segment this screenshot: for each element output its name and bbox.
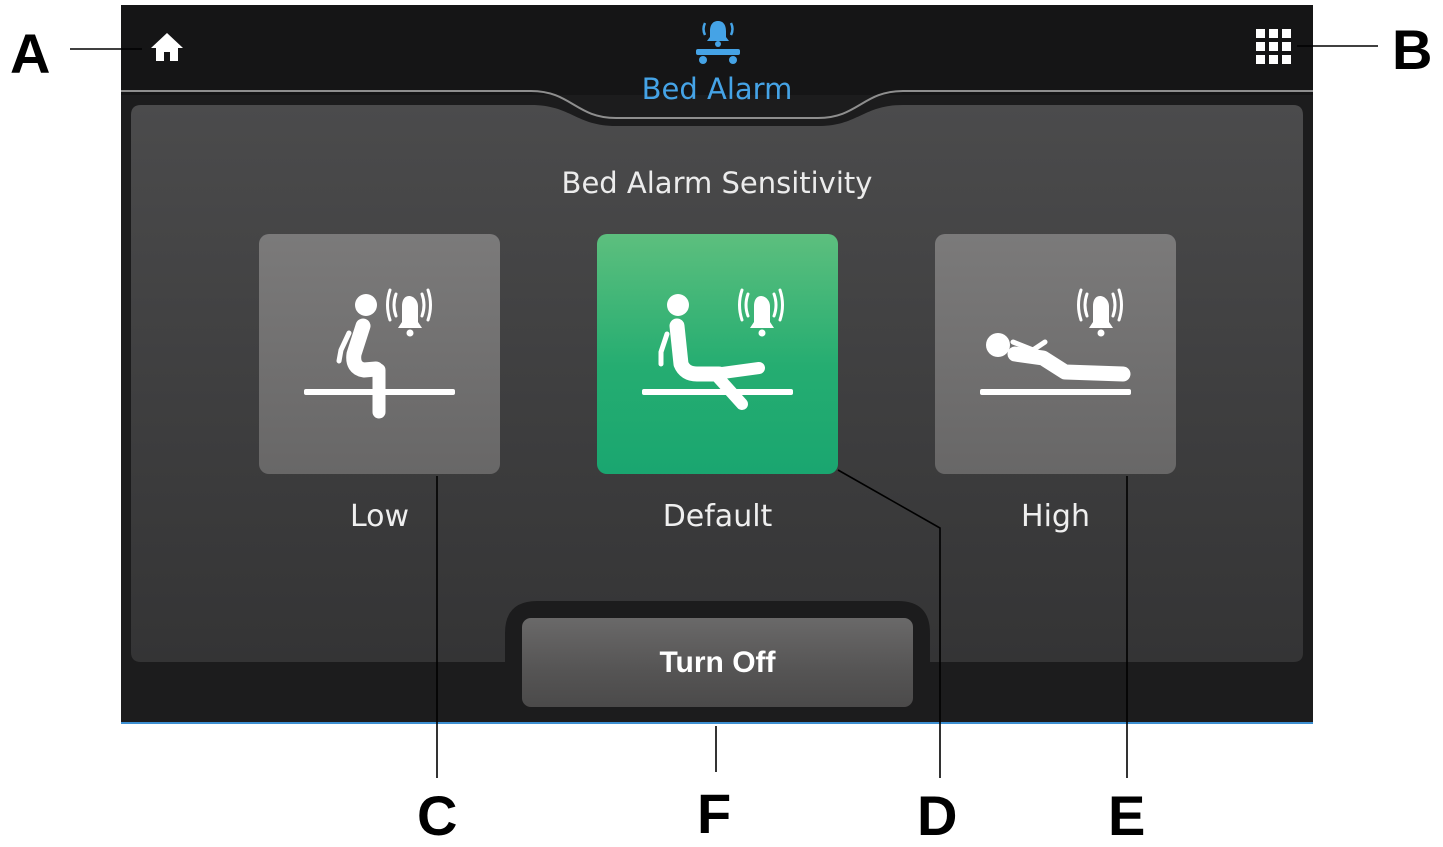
callout-leader-lines: [70, 45, 1378, 778]
